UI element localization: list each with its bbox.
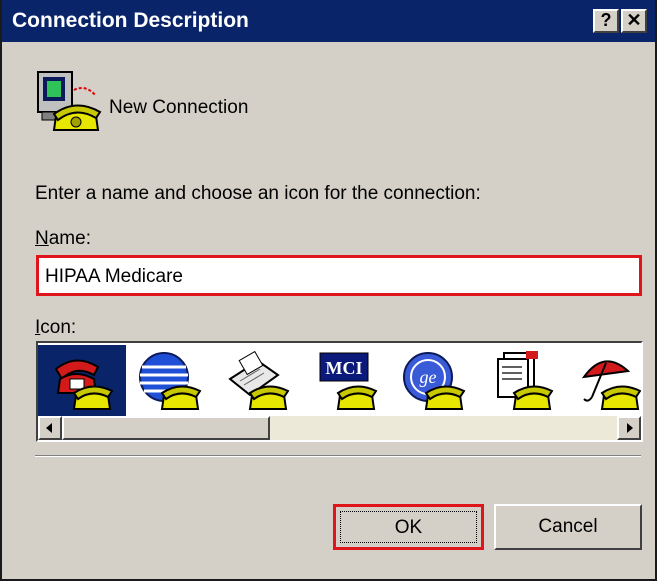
- icon-option-documents[interactable]: [478, 345, 566, 417]
- window-title: Connection Description: [12, 9, 249, 32]
- arrow-left-icon: [46, 423, 52, 433]
- arrow-right-icon: [627, 423, 633, 433]
- icon-list[interactable]: MCI ge: [36, 341, 643, 442]
- icon-option-red-phone[interactable]: [38, 345, 126, 417]
- help-button[interactable]: ?: [593, 9, 619, 33]
- title-bar[interactable]: Connection Description ? ✕: [2, 0, 655, 42]
- phone-computer-icon: [37, 71, 102, 131]
- scroll-thumb[interactable]: [62, 416, 270, 440]
- umbrella-icon: [581, 360, 641, 410]
- icon-label: Icon:: [35, 317, 77, 338]
- fax-icon: [228, 350, 290, 410]
- svg-text:ge: ge: [420, 367, 437, 387]
- connection-description-dialog: Connection Description ? ✕ New Connectio…: [0, 0, 657, 581]
- scroll-right-button[interactable]: [617, 416, 641, 440]
- scroll-left-button[interactable]: [38, 416, 62, 440]
- name-input[interactable]: HIPAA Medicare: [36, 255, 642, 296]
- cancel-button[interactable]: Cancel: [494, 504, 642, 550]
- ok-button[interactable]: OK: [333, 504, 484, 550]
- close-button[interactable]: ✕: [621, 9, 647, 33]
- red-phone-icon: [54, 359, 114, 410]
- icon-option-ge[interactable]: ge: [390, 345, 478, 417]
- name-label: Name:: [35, 228, 91, 249]
- instructions-text: Enter a name and choose an icon for the …: [35, 183, 481, 204]
- icon-option-umbrella[interactable]: [566, 345, 641, 417]
- horizontal-scrollbar[interactable]: [38, 416, 641, 440]
- focus-rectangle: [340, 511, 477, 543]
- icon-option-globe[interactable]: [126, 345, 214, 417]
- icon-option-mci[interactable]: MCI: [302, 345, 390, 417]
- mci-icon: MCI: [319, 352, 378, 410]
- documents-icon: [497, 351, 554, 410]
- svg-text:MCI: MCI: [326, 358, 363, 378]
- connection-name: New Connection: [109, 97, 249, 118]
- globe-icon: [139, 352, 202, 410]
- icon-option-fax[interactable]: [214, 345, 302, 417]
- separator: [35, 455, 641, 457]
- ge-icon: ge: [403, 352, 466, 410]
